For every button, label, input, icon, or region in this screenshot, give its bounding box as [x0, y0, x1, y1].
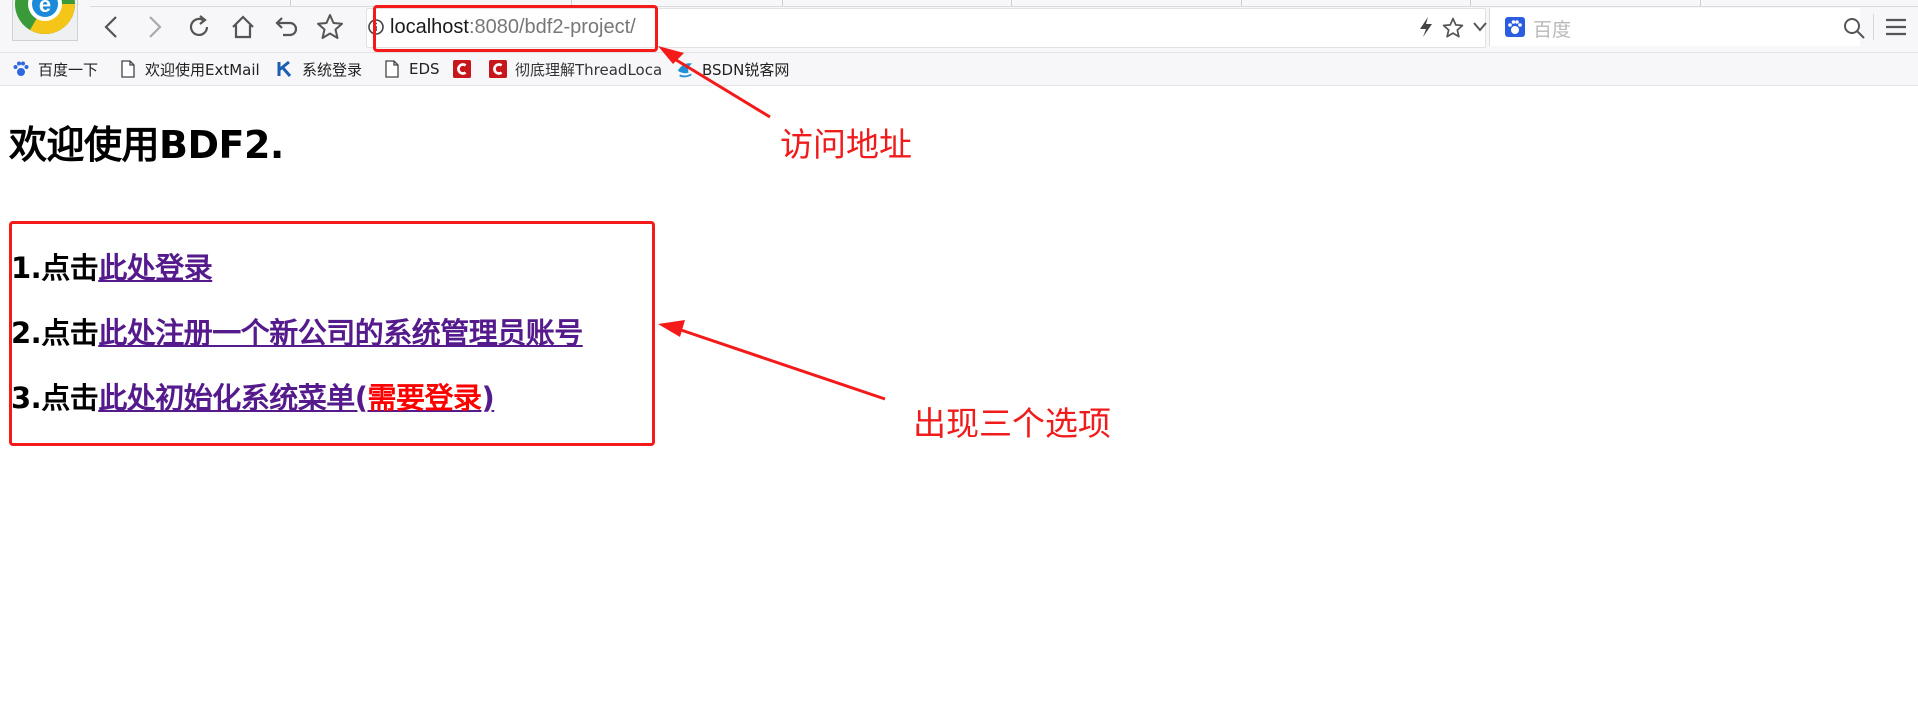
arrow-line	[667, 53, 771, 119]
arrow-line	[677, 327, 886, 401]
annotation-arrows	[658, 46, 886, 401]
annotation-options-text: 出现三个选项	[913, 404, 1111, 443]
annotation-address-text: 访问地址	[780, 125, 912, 164]
arrow-head	[658, 320, 685, 337]
